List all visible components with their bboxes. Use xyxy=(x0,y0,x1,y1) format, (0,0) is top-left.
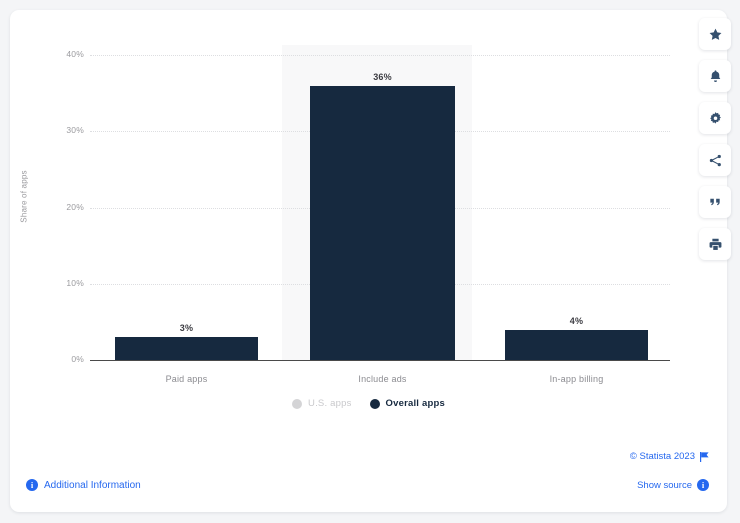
x-axis-line xyxy=(90,360,670,361)
additional-information-label: Additional Information xyxy=(44,479,141,491)
chart-legend: U.S. apps Overall apps xyxy=(10,398,727,409)
star-icon xyxy=(709,28,721,40)
chart-card: Share of apps 40% 30% 20% 10% 0% 3% 36% … xyxy=(10,10,727,512)
share-icon xyxy=(709,154,721,166)
favorite-button[interactable] xyxy=(699,18,731,50)
legend-dot-icon-us-apps xyxy=(292,398,303,409)
x-tick-label-paid-apps: Paid apps xyxy=(165,374,208,384)
print-icon xyxy=(709,238,721,250)
citation-button[interactable] xyxy=(699,186,731,218)
bar-in-app-billing[interactable] xyxy=(505,330,648,360)
x-tick-label-in-app-billing: In-app billing xyxy=(549,374,604,384)
info-icon-additional: i xyxy=(26,479,38,491)
bar-value-include-ads: 36% xyxy=(373,72,392,82)
bar-paid-apps[interactable] xyxy=(115,337,258,360)
show-source-button[interactable]: Show source i xyxy=(637,479,709,491)
legend-item-us-apps[interactable]: U.S. apps xyxy=(292,398,352,409)
copyright: © Statista 2023 xyxy=(630,451,709,462)
settings-button[interactable] xyxy=(699,102,731,134)
bar-value-in-app-billing: 4% xyxy=(569,316,584,326)
quote-icon xyxy=(710,198,720,206)
y-tick-label-30: 30% xyxy=(66,125,84,135)
info-icon-show-source: i xyxy=(697,479,709,491)
copyright-text: © Statista 2023 xyxy=(629,451,695,462)
bar-include-ads[interactable] xyxy=(310,86,455,360)
legend-dot-icon-overall-apps xyxy=(369,398,380,409)
legend-label-overall-apps: Overall apps xyxy=(385,398,445,409)
y-tick-label-10: 10% xyxy=(66,278,84,288)
gear-icon xyxy=(709,111,721,124)
notifications-button[interactable] xyxy=(699,60,731,92)
show-source-label: Show source xyxy=(637,479,692,491)
additional-information-button[interactable]: i Additional Information xyxy=(26,479,141,491)
y-tick-label-20: 20% xyxy=(66,202,84,212)
legend-item-overall-apps[interactable]: Overall apps xyxy=(369,398,445,409)
bar-value-paid-apps: 3% xyxy=(179,323,194,333)
chart-plot-area: Share of apps 40% 30% 20% 10% 0% 3% 36% … xyxy=(10,10,727,440)
print-button[interactable] xyxy=(699,228,731,260)
y-tick-label-40: 40% xyxy=(66,49,84,59)
gridline-40 xyxy=(90,55,670,56)
chart-toolbar xyxy=(699,18,731,260)
legend-label-us-apps: U.S. apps xyxy=(308,398,352,409)
y-tick-label-0: 0% xyxy=(71,354,84,364)
x-tick-label-include-ads: Include ads xyxy=(358,374,407,384)
flag-icon[interactable] xyxy=(700,451,709,462)
share-button[interactable] xyxy=(699,144,731,176)
bell-icon xyxy=(710,69,720,82)
y-axis-title: Share of apps xyxy=(19,170,29,223)
